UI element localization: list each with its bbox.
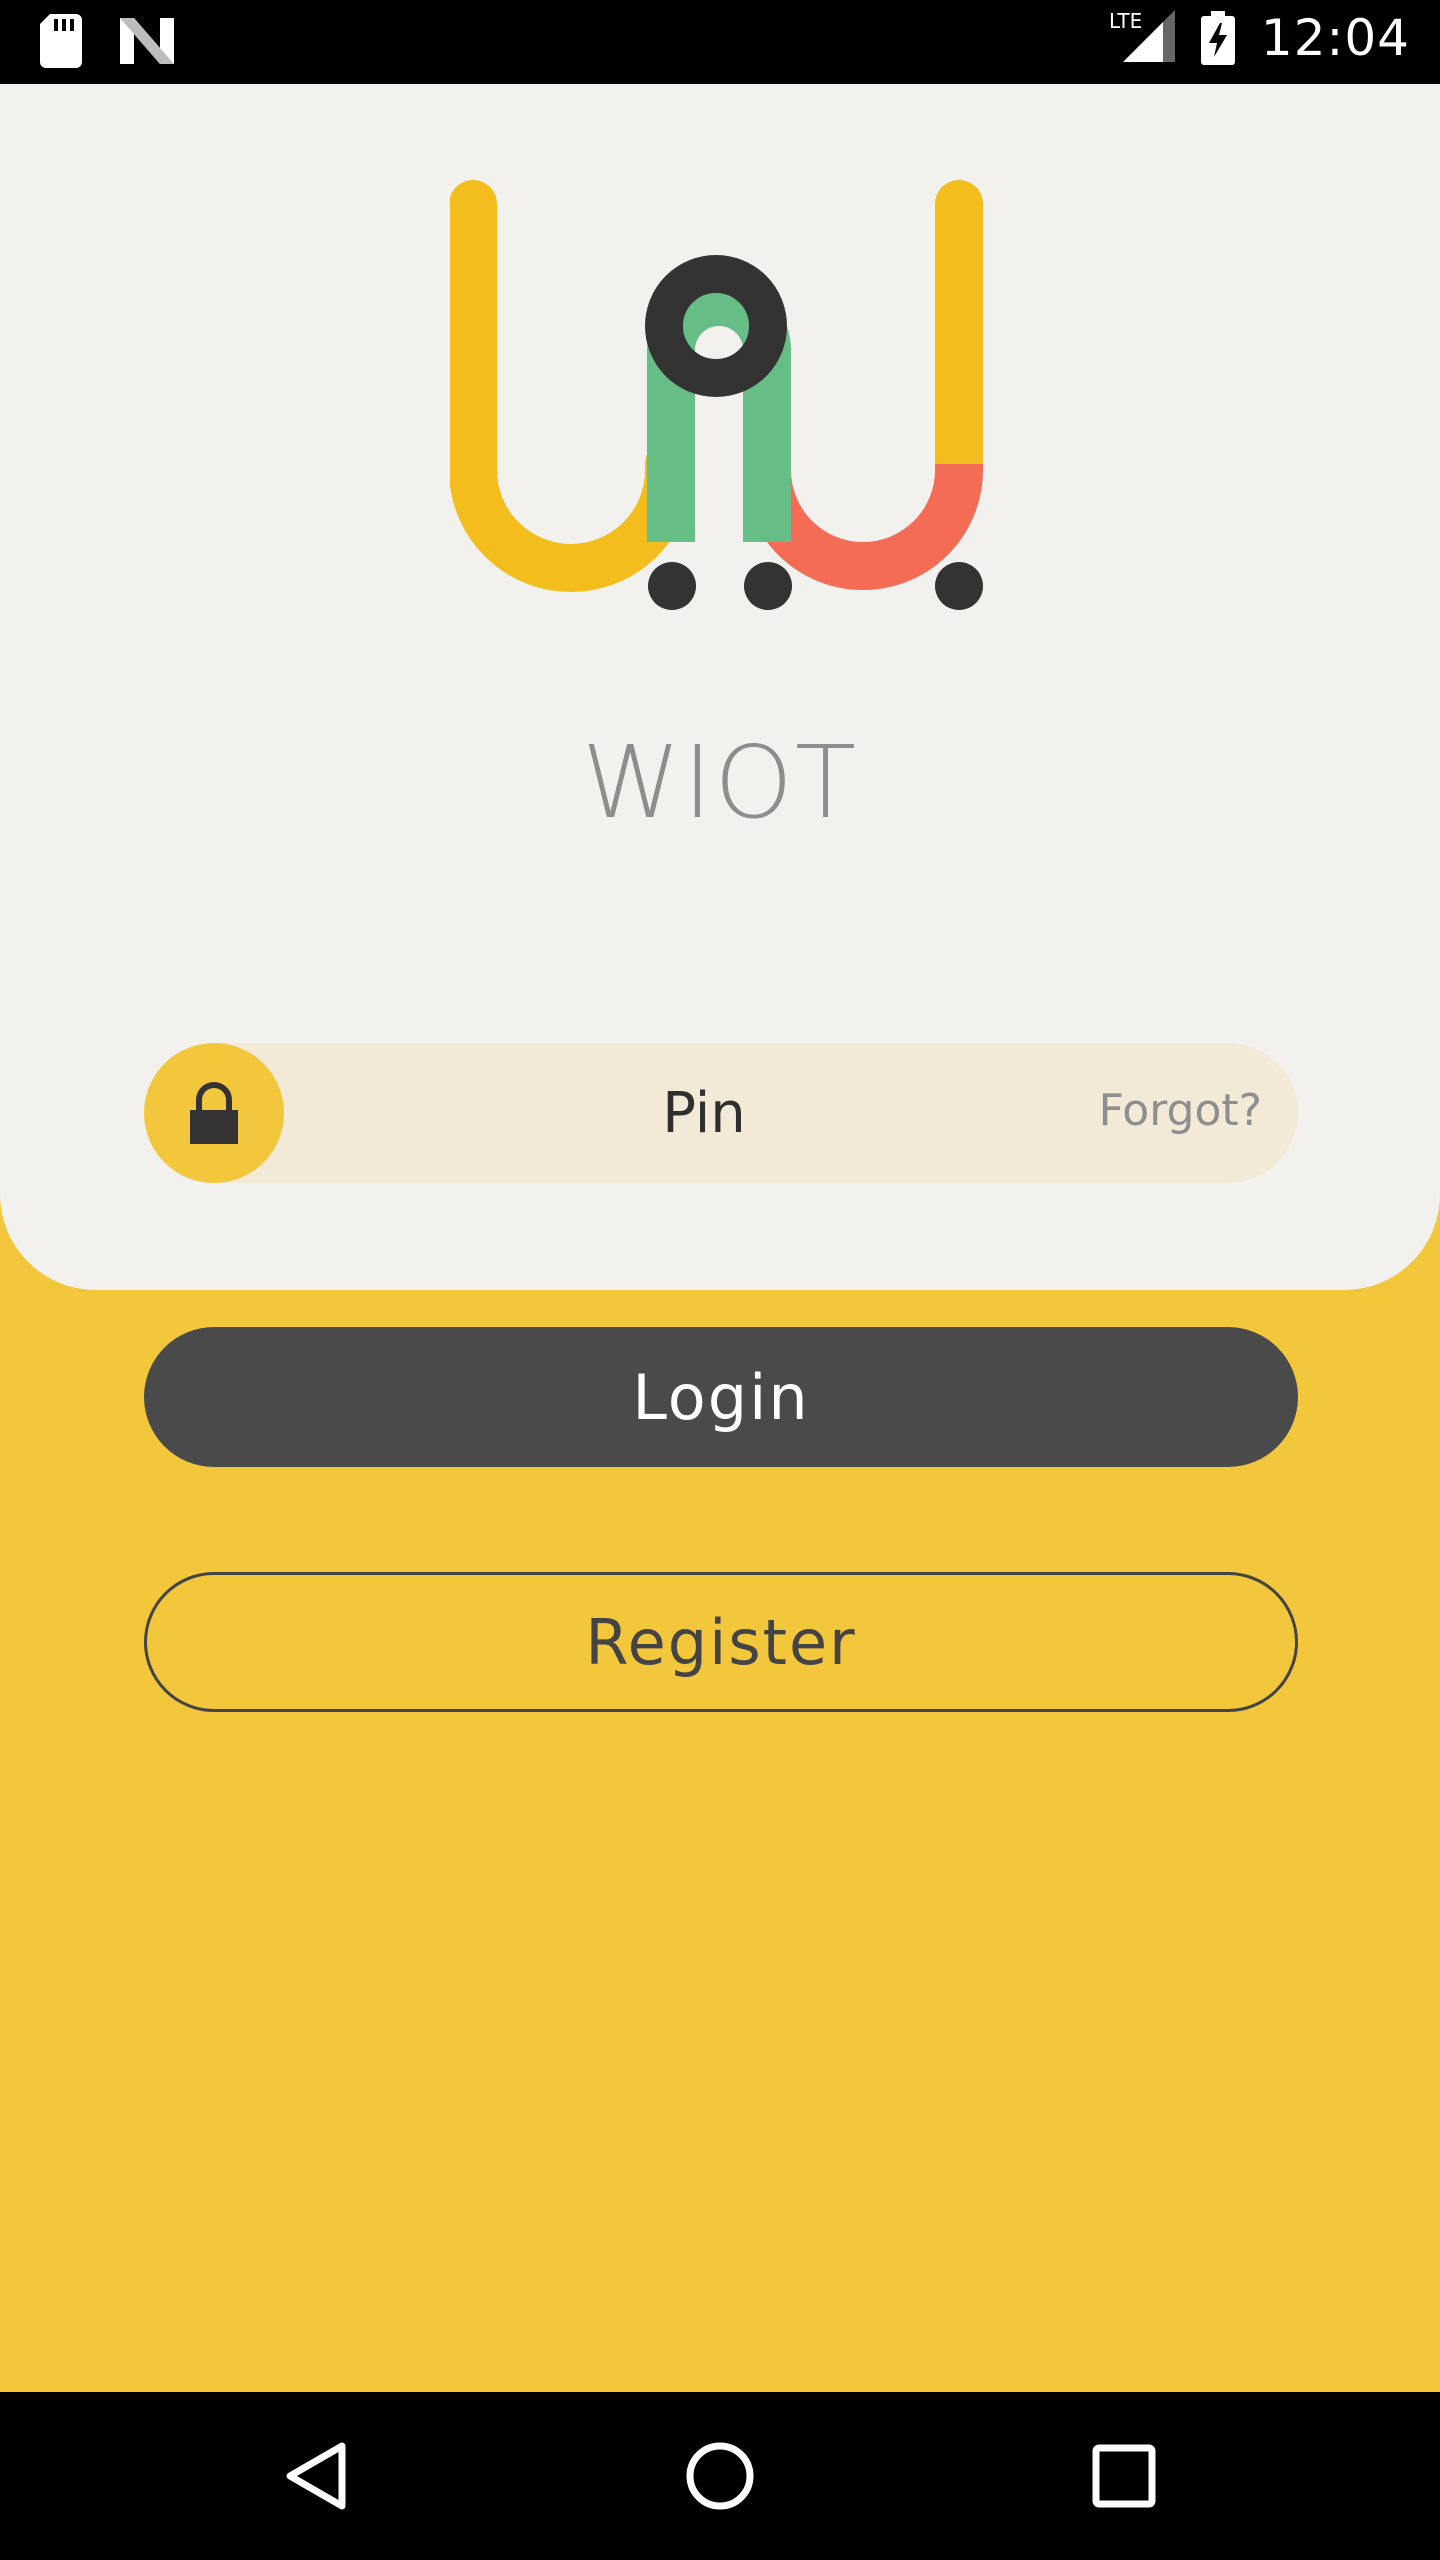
pin-field[interactable]: Forgot? xyxy=(144,1043,1298,1183)
lock-icon-badge xyxy=(144,1043,284,1183)
back-button[interactable] xyxy=(266,2426,366,2526)
home-icon xyxy=(686,2442,754,2510)
battery-charging-icon xyxy=(1200,11,1235,65)
sd-card-icon xyxy=(40,14,82,68)
register-button[interactable]: Register xyxy=(144,1572,1298,1712)
navigation-bar xyxy=(0,2392,1440,2560)
forgot-pin-link[interactable]: Forgot? xyxy=(1099,1085,1262,1136)
login-card: WIOT Forgot? xyxy=(0,84,1440,1290)
n-logo-icon xyxy=(120,18,174,64)
status-bar: LTE 12:04 xyxy=(0,0,1440,84)
recents-icon xyxy=(1092,2444,1156,2508)
back-icon xyxy=(286,2442,346,2510)
pin-input[interactable] xyxy=(304,1063,1104,1163)
home-button[interactable] xyxy=(670,2426,770,2526)
recents-button[interactable] xyxy=(1074,2426,1174,2526)
login-button[interactable]: Login xyxy=(144,1327,1298,1467)
network-label: LTE xyxy=(1109,9,1142,33)
wiot-logo xyxy=(449,170,990,790)
clock: 12:04 xyxy=(1260,9,1410,67)
lock-icon xyxy=(190,1082,238,1144)
app-title: WIOT xyxy=(581,724,859,841)
signal-icon: LTE xyxy=(1109,9,1175,62)
